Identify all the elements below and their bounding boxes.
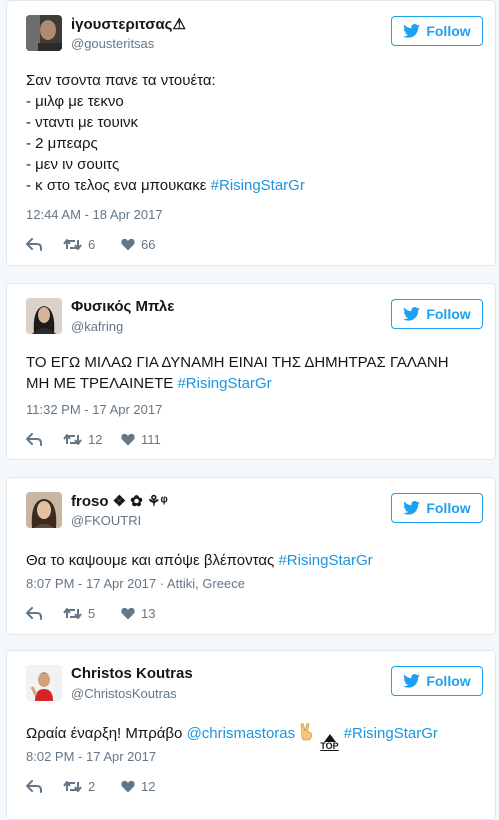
timestamp-link[interactable]: 11:32 PM - 17 Apr 2017 — [26, 402, 162, 417]
reply-button[interactable] — [26, 779, 63, 793]
follow-label: Follow — [426, 673, 471, 689]
twitter-bird-icon — [403, 674, 421, 688]
author-name[interactable]: ἰγουστεριτσας⚠ — [71, 15, 186, 33]
author-name[interactable]: Φυσικός Μπλε — [71, 298, 174, 315]
tweet-actions: 12 111 — [26, 430, 161, 448]
retweet-button[interactable]: 6 — [63, 237, 121, 252]
tweet-card: Φυσικός Μπλε @kafring Follow ΤΟ ΕΓΩ ΜΙΛΑ… — [6, 283, 496, 460]
avatar[interactable] — [26, 492, 62, 528]
follow-label: Follow — [426, 500, 471, 516]
heart-icon — [121, 780, 135, 792]
follow-label: Follow — [426, 23, 471, 39]
retweet-icon — [63, 607, 82, 619]
tweet-meta: 8:02 PM - 17 Apr 2017 — [26, 749, 156, 764]
twitter-bird-icon — [403, 24, 421, 38]
tweet-text: ΤΟ ΕΓΩ ΜΙΛΑΩ ΓΙΑ ΔΥΝΑΜΗ ΕΙΝΑΙ ΤΗΣ ΔΗΜΗΤΡ… — [26, 352, 479, 394]
retweet-count: 2 — [88, 778, 96, 794]
tweet-actions: 6 66 — [26, 235, 155, 253]
like-button[interactable]: 66 — [121, 237, 155, 252]
like-button[interactable]: 13 — [121, 606, 155, 621]
top-arrow-emoji-icon: TOP — [320, 734, 340, 751]
author-handle[interactable]: @FKOUTRI — [71, 513, 141, 528]
author-name[interactable]: froso ❖ ✿ ⚘ᵠ — [71, 492, 168, 510]
tweet-meta: 12:44 AM - 18 Apr 2017 — [26, 207, 163, 222]
hashtag-link[interactable]: #RisingStarGr — [344, 725, 438, 742]
reply-icon — [26, 606, 42, 620]
reply-button[interactable] — [26, 237, 63, 251]
follow-button[interactable]: Follow — [391, 666, 483, 696]
victory-hand-emoji-icon — [301, 723, 313, 741]
tweet-text-segment: Ωραία έναρξη! Μπράβο — [26, 725, 187, 742]
like-count: 66 — [141, 236, 156, 252]
reply-icon — [26, 237, 42, 251]
tweet-feed: ἰγουστεριτσας⚠ @gousteritsas Follow Σαν … — [0, 0, 499, 820]
avatar[interactable] — [26, 298, 62, 334]
follow-button[interactable]: Follow — [391, 16, 483, 46]
follow-button[interactable]: Follow — [391, 299, 483, 329]
hashtag-link[interactable]: #RisingStarGr — [177, 375, 271, 392]
tweet-text: Σαν τσοντα πανε τα ντουέτα: - μιλφ με τε… — [26, 70, 479, 196]
retweet-button[interactable]: 5 — [63, 606, 121, 621]
retweet-count: 12 — [88, 431, 103, 447]
tweet-actions: 5 13 — [26, 604, 155, 622]
tweet-meta: 11:32 PM - 17 Apr 2017 — [26, 402, 162, 417]
tweet-text-line: ΜΗ ΜΕ ΤΡΕΛΑΙΝΕΤΕ — [26, 375, 178, 392]
retweet-button[interactable]: 12 — [63, 432, 121, 447]
like-count: 13 — [141, 605, 156, 621]
like-count: 12 — [141, 778, 156, 794]
hashtag-link[interactable]: #RisingStarGr — [211, 177, 305, 194]
timestamp-link[interactable]: 12:44 AM - 18 Apr 2017 — [26, 207, 163, 222]
retweet-count: 5 — [88, 605, 96, 621]
retweet-button[interactable]: 2 — [63, 779, 121, 794]
follow-button[interactable]: Follow — [391, 493, 483, 523]
tweet-actions: 2 12 — [26, 777, 155, 795]
tweet-card: ἰγουστεριτσας⚠ @gousteritsas Follow Σαν … — [6, 0, 496, 266]
reply-icon — [26, 779, 42, 793]
twitter-bird-icon — [403, 501, 421, 515]
tweet-text: Ωραία έναρξη! Μπράβο @chrismastoras TOP … — [26, 723, 479, 751]
tweet-text-line: - νταντι με τουινκ — [26, 114, 139, 131]
tweet-text-line: - μιλφ με τεκνο — [26, 93, 124, 110]
tweet-text-line: - μεν ιν σουιτς — [26, 156, 120, 173]
like-button[interactable]: 12 — [121, 779, 155, 794]
tweet-text-line: - 2 μπεαρς — [26, 135, 98, 152]
retweet-icon — [63, 238, 82, 250]
retweet-icon — [63, 433, 82, 445]
follow-label: Follow — [426, 306, 471, 322]
like-count: 111 — [141, 431, 161, 447]
retweet-count: 6 — [88, 236, 96, 252]
reply-button[interactable] — [26, 606, 63, 620]
hashtag-link[interactable]: #RisingStarGr — [278, 552, 372, 569]
tweet-card: Christos Koutras @ChristosKoutras Follow… — [6, 650, 496, 820]
heart-icon — [121, 238, 135, 250]
tweet-card: froso ❖ ✿ ⚘ᵠ @FKOUTRI Follow Θα το καψου… — [6, 477, 496, 635]
heart-icon — [121, 433, 135, 445]
author-name[interactable]: Christos Koutras — [71, 665, 193, 682]
twitter-bird-icon — [403, 307, 421, 321]
location-link[interactable]: · Attiki, Greece — [156, 576, 245, 591]
retweet-icon — [63, 780, 82, 792]
mention-link[interactable]: @chrismastoras — [187, 725, 296, 742]
top-emoji-label: TOP — [320, 741, 339, 751]
tweet-text: Θα το καψουμε και απόψε βλέποντας #Risin… — [26, 550, 479, 571]
author-handle[interactable]: @ChristosKoutras — [71, 686, 177, 701]
author-handle[interactable]: @kafring — [71, 319, 123, 334]
heart-icon — [121, 607, 135, 619]
tweet-text-line: Θα το καψουμε και απόψε βλέποντας — [26, 552, 279, 569]
like-button[interactable]: 111 — [121, 432, 161, 447]
reply-button[interactable] — [26, 432, 63, 446]
timestamp-link[interactable]: 8:02 PM - 17 Apr 2017 — [26, 749, 156, 764]
timestamp-link[interactable]: 8:07 PM - 17 Apr 2017 — [26, 576, 156, 591]
author-handle[interactable]: @gousteritsas — [71, 36, 154, 51]
avatar[interactable] — [26, 665, 62, 701]
tweet-text-line: ΤΟ ΕΓΩ ΜΙΛΑΩ ΓΙΑ ΔΥΝΑΜΗ ΕΙΝΑΙ ΤΗΣ ΔΗΜΗΤΡ… — [26, 354, 449, 371]
reply-icon — [26, 432, 42, 446]
tweet-text-line: Σαν τσοντα πανε τα ντουέτα: — [26, 72, 216, 89]
avatar[interactable] — [26, 15, 62, 51]
tweet-meta: 8:07 PM - 17 Apr 2017 · Attiki, Greece — [26, 576, 245, 591]
tweet-text-line: - κ στο τελος ενα μπουκακε — [26, 177, 211, 194]
